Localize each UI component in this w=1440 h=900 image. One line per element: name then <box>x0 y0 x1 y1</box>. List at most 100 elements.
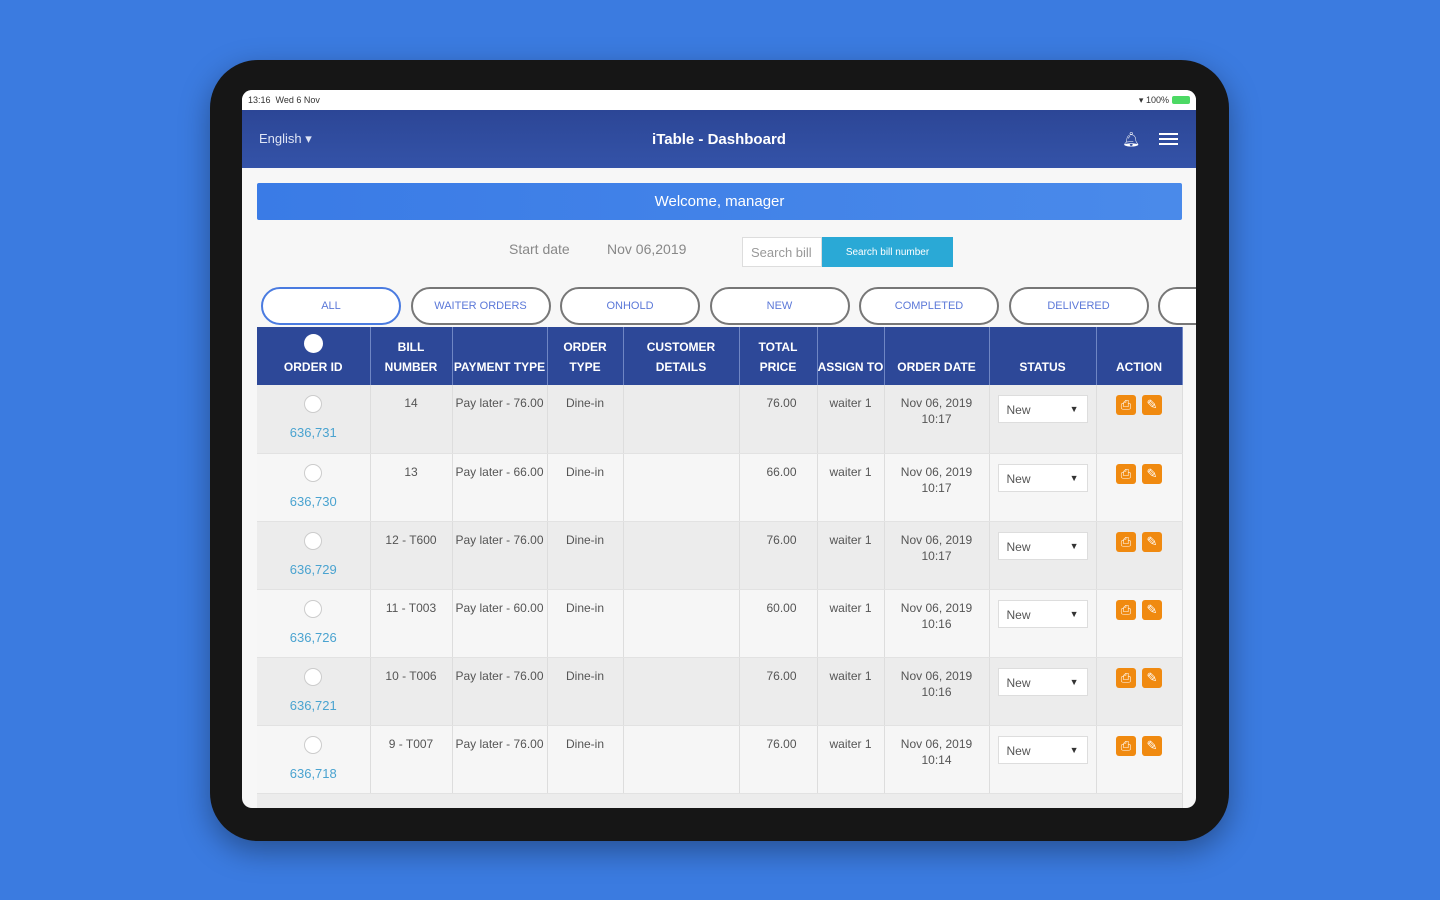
table-row: 636,718 9 - T007 Pay later - 76.00 Dine-… <box>257 725 1183 794</box>
table-row <box>257 793 1183 808</box>
column-header-label: CUSTOMER DETAILS <box>646 340 716 374</box>
cell-price: 60.00 <box>739 589 818 658</box>
column-header: ASSIGN TO <box>817 327 885 385</box>
total-price: 76.00 <box>766 532 797 547</box>
table-row: 636,729 12 - T600 Pay later - 76.00 Dine… <box>257 521 1183 590</box>
column-header-label: ASSIGN TO <box>817 360 884 374</box>
tab-delivered[interactable]: DELIVERED <box>1008 287 1149 325</box>
cell-order-type: Dine-in <box>547 385 624 454</box>
order-id-link[interactable]: 636,726 <box>257 630 370 646</box>
caret-down-icon: ▼ <box>1069 540 1079 551</box>
order-id-link[interactable]: 636,721 <box>257 698 370 714</box>
row-select-radio[interactable] <box>304 599 323 618</box>
tab-all[interactable]: ALL <box>261 287 401 325</box>
row-select-radio[interactable] <box>304 395 323 413</box>
caret-down-icon: ▼ <box>1069 404 1079 414</box>
print-icon[interactable]: ⎙ <box>1116 667 1136 688</box>
select-all-radio[interactable] <box>303 334 323 353</box>
language-select[interactable]: English ▾ <box>259 131 312 147</box>
order-id-link[interactable]: 636,718 <box>257 766 370 782</box>
table-row: 636,730 13 Pay later - 66.00 Dine-in 66.… <box>257 453 1183 522</box>
battery-icon <box>1172 96 1190 105</box>
cell-status: New ▼ <box>989 589 1097 658</box>
status-select[interactable]: New ▼ <box>997 395 1088 423</box>
status-value: New <box>1006 403 1031 417</box>
status-value: New <box>1006 471 1031 486</box>
tab-more[interactable] <box>1158 287 1196 325</box>
cell-status: New ▼ <box>989 453 1097 522</box>
cell-order-type: Dine-in <box>547 589 624 658</box>
cell-customer <box>623 453 740 522</box>
cell-customer <box>623 657 740 726</box>
filter-bar: Start date Nov 06,2019 Search bill Searc… <box>242 237 1196 267</box>
caret-down-icon: ▼ <box>1069 472 1079 483</box>
cell-customer <box>623 589 740 658</box>
status-select[interactable]: New ▼ <box>997 735 1088 764</box>
row-select-radio[interactable] <box>304 667 323 686</box>
status-select[interactable]: New ▼ <box>997 599 1088 628</box>
print-icon[interactable]: ⎙ <box>1116 599 1136 620</box>
cell-assign: waiter 1 <box>817 453 885 522</box>
cell-payment: Pay later - 76.00 <box>452 385 548 454</box>
tab-new[interactable]: NEW <box>709 287 850 325</box>
order-date: Nov 06, 2019 10:17 <box>900 464 973 495</box>
print-icon[interactable]: ⎙ <box>1116 531 1136 552</box>
bell-icon[interactable]: 🔔︎ <box>1122 131 1140 148</box>
status-select[interactable]: New ▼ <box>997 463 1088 492</box>
search-bill-input[interactable]: Search bill <box>742 237 822 267</box>
order-date: Nov 06, 2019 10:16 <box>900 600 973 631</box>
cell-assign: waiter 1 <box>817 521 885 590</box>
column-header-label: ACTION <box>1116 360 1162 374</box>
print-icon[interactable]: ⎙ <box>1116 395 1136 415</box>
order-id-link[interactable]: 636,729 <box>257 562 370 578</box>
order-type: Dine-in <box>565 532 604 547</box>
cell-order-id: 636,729 <box>257 521 371 590</box>
status-select[interactable]: New ▼ <box>997 531 1088 560</box>
edit-icon[interactable]: ✎ <box>1142 463 1162 484</box>
cell-price: 76.00 <box>739 725 818 794</box>
order-date: Nov 06, 2019 10:17 <box>900 396 973 426</box>
order-type: Dine-in <box>565 736 604 751</box>
edit-icon[interactable]: ✎ <box>1142 667 1162 688</box>
row-select-radio[interactable] <box>304 463 323 482</box>
column-header-label: BILL NUMBER <box>384 340 438 374</box>
start-date-picker[interactable]: Nov 06,2019 <box>607 241 686 257</box>
cell-bill: 10 - T006 <box>370 657 453 726</box>
edit-icon[interactable]: ✎ <box>1142 395 1162 415</box>
table-row-partial <box>257 793 1183 808</box>
print-icon[interactable]: ⎙ <box>1116 735 1136 756</box>
status-select[interactable]: New ▼ <box>997 667 1088 696</box>
cell-action: ⎙ ✎ <box>1096 385 1183 454</box>
cell-action: ⎙ ✎ <box>1096 657 1183 726</box>
print-icon[interactable]: ⎙ <box>1116 463 1136 484</box>
cell-customer <box>623 385 740 454</box>
cell-order-id: 636,731 <box>257 385 371 454</box>
order-id-link[interactable]: 636,730 <box>257 494 370 510</box>
bill-number: 13 <box>404 464 418 479</box>
edit-icon[interactable]: ✎ <box>1142 531 1162 552</box>
cell-action: ⎙ ✎ <box>1096 453 1183 522</box>
row-select-radio[interactable] <box>304 531 323 550</box>
hamburger-menu-icon[interactable] <box>1159 130 1178 148</box>
tab-completed[interactable]: COMPLETED <box>859 287 999 325</box>
edit-icon[interactable]: ✎ <box>1142 599 1162 620</box>
column-header: ORDER ID <box>257 327 371 385</box>
assigned-to: waiter 1 <box>829 396 872 410</box>
order-id-link[interactable]: 636,731 <box>257 425 370 441</box>
cell-order-id: 636,721 <box>257 657 371 726</box>
status-time: 13:16 <box>248 95 271 105</box>
total-price: 76.00 <box>766 396 797 410</box>
tab-waiter-orders[interactable]: WAITER ORDERS <box>410 287 551 325</box>
total-price: 76.00 <box>766 668 797 683</box>
search-bill-button[interactable]: Search bill number <box>822 237 953 267</box>
edit-icon[interactable]: ✎ <box>1142 735 1162 756</box>
total-price: 60.00 <box>766 600 797 615</box>
cell-payment: Pay later - 76.00 <box>452 657 548 726</box>
payment-type: Pay later - 66.00 <box>455 464 544 479</box>
cell-order-id: 636,730 <box>257 453 371 522</box>
column-header: CUSTOMER DETAILS <box>623 327 740 385</box>
caret-down-icon: ▼ <box>1069 676 1079 687</box>
tab-onhold[interactable]: ONHOLD <box>560 287 700 325</box>
row-select-radio[interactable] <box>304 735 323 754</box>
column-header: ORDER TYPE <box>547 327 624 385</box>
